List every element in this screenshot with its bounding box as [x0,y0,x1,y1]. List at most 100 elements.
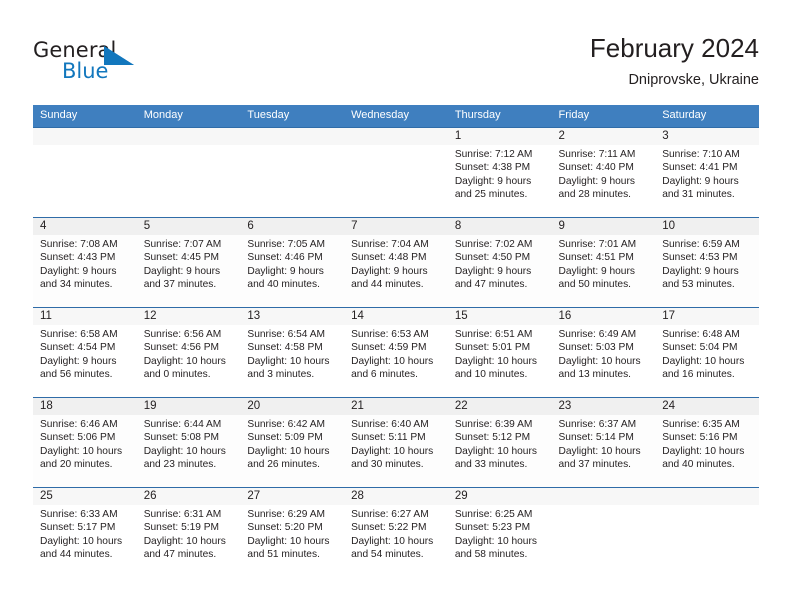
calendar-day-cell[interactable]: 5 Sunrise: 7:07 AM Sunset: 4:45 PM Daylight… [136,217,241,308]
day-detail: Sunrise: 6:44 AM Sunset: 5:08 PM Daylight:… [137,415,241,472]
calendar-day-cell[interactable]: 4 Sunrise: 7:08 AM Sunset: 4:43 PM Daylight… [33,217,137,308]
daylight-duration-line2: and 44 minutes. [40,549,113,561]
daylight-duration-line2: and 37 minutes. [558,459,632,471]
day-detail: Sunrise: 6:53 AM Sunset: 4:59 PM Daylight:… [344,325,448,382]
day-number: 16 [551,308,656,325]
sunrise-time: Sunrise: 6:33 AM [40,509,118,520]
daylight-duration-line2: and 40 minutes. [247,279,320,291]
calendar-day-cell[interactable]: 25 Sunrise: 6:33 AM Sunset: 5:17 PM Dayligh… [33,487,137,577]
weekday-header-tuesday: Tuesday [240,105,345,128]
sunrise-time: Sunrise: 6:25 AM [454,509,533,520]
daylight-duration-line2: and 33 minutes. [454,459,528,471]
sunrise-time: Sunrise: 6:29 AM [247,509,325,520]
day-detail: Sunrise: 6:39 AM Sunset: 5:12 PM Daylight:… [448,415,552,472]
daylight-duration-line1: Daylight: 9 hours [247,265,324,277]
calendar-day-cell[interactable]: 21 Sunrise: 6:40 AM Sunset: 5:11 PM Dayligh… [344,397,448,488]
daylight-duration-line2: and 51 minutes. [247,549,320,561]
sunrise-time: Sunrise: 6:48 AM [662,329,740,340]
sunrise-time: Sunrise: 7:02 AM [454,239,533,250]
sunrise-time: Sunrise: 7:08 AM [40,239,118,250]
sunrise-time: Sunrise: 6:39 AM [454,419,533,430]
daylight-duration-line2: and 23 minutes. [143,459,217,471]
daylight-duration-line1: Daylight: 9 hours [40,265,117,277]
calendar-day-cell[interactable]: 15 Sunrise: 6:51 AM Sunset: 5:01 PM Dayligh… [447,307,552,398]
day-number: 19 [136,398,241,415]
calendar-day-cell[interactable]: 2 Sunrise: 7:11 AM Sunset: 4:40 PM Daylight… [551,127,656,218]
sunrise-time: Sunrise: 6:51 AM [454,329,533,340]
day-detail: Sunrise: 7:04 AM Sunset: 4:48 PM Daylight:… [344,235,448,292]
day-detail: Sunrise: 6:59 AM Sunset: 4:53 PM Daylight:… [655,235,759,292]
calendar-day-cell[interactable]: 28 Sunrise: 6:27 AM Sunset: 5:22 PM Dayligh… [344,487,448,577]
day-detail: Sunrise: 7:11 AM Sunset: 4:40 PM Daylight:… [552,145,656,202]
sunset-time: Sunset: 5:23 PM [454,522,531,534]
sunrise-time: Sunrise: 6:42 AM [247,419,325,430]
day-detail: Sunrise: 7:05 AM Sunset: 4:46 PM Daylight:… [240,235,344,292]
calendar-day-cell[interactable]: 1 Sunrise: 7:12 AM Sunset: 4:38 PM Daylight… [447,127,552,218]
day-detail: Sunrise: 6:27 AM Sunset: 5:22 PM Daylight:… [344,505,448,562]
calendar-day-cell[interactable]: 8 Sunrise: 7:02 AM Sunset: 4:50 PM Daylight… [447,217,552,308]
calendar-day-cell[interactable]: 10 Sunrise: 6:59 AM Sunset: 4:53 PM Dayligh… [655,217,759,308]
calendar-empty-cell [240,127,345,218]
calendar-day-cell[interactable]: 7 Sunrise: 7:04 AM Sunset: 4:48 PM Daylight… [344,217,448,308]
calendar-day-cell[interactable]: 17 Sunrise: 6:48 AM Sunset: 5:04 PM Dayligh… [655,307,759,398]
calendar-day-cell[interactable]: 18 Sunrise: 6:46 AM Sunset: 5:06 PM Dayligh… [33,397,137,488]
daylight-duration-line1: Daylight: 10 hours [558,355,641,367]
sunset-time: Sunset: 5:09 PM [247,432,323,444]
sunset-time: Sunset: 5:08 PM [143,432,220,444]
day-detail: Sunrise: 7:08 AM Sunset: 4:43 PM Daylight:… [33,235,137,292]
daylight-duration-line1: Daylight: 9 hours [558,175,635,187]
calendar-day-cell[interactable]: 16 Sunrise: 6:49 AM Sunset: 5:03 PM Dayligh… [551,307,656,398]
daylight-duration-line1: Daylight: 10 hours [40,535,123,547]
calendar-day-cell[interactable]: 12 Sunrise: 6:56 AM Sunset: 4:56 PM Dayligh… [136,307,241,398]
calendar-day-cell[interactable]: 19 Sunrise: 6:44 AM Sunset: 5:08 PM Dayligh… [136,397,241,488]
day-number: 1 [447,128,552,145]
calendar-day-cell[interactable]: 23 Sunrise: 6:37 AM Sunset: 5:14 PM Dayligh… [551,397,656,488]
daylight-duration-line1: Daylight: 10 hours [454,535,537,547]
day-number: 14 [344,308,448,325]
day-number: 5 [136,218,241,235]
day-detail: Sunrise: 6:56 AM Sunset: 4:56 PM Daylight:… [137,325,241,382]
calendar-day-cell[interactable]: 27 Sunrise: 6:29 AM Sunset: 5:20 PM Dayligh… [240,487,345,577]
calendar-day-cell[interactable]: 26 Sunrise: 6:31 AM Sunset: 5:19 PM Dayligh… [136,487,241,577]
sunrise-time: Sunrise: 6:27 AM [351,509,429,520]
daylight-duration-line1: Daylight: 10 hours [662,355,745,367]
page-header: General Blue February 2024 Dniprovske, U… [33,32,759,100]
calendar-day-cell[interactable]: 29 Sunrise: 6:25 AM Sunset: 5:23 PM Dayligh… [447,487,552,577]
daylight-duration-line2: and 47 minutes. [454,279,528,291]
weekday-header-thursday: Thursday [447,105,552,128]
calendar-day-cell[interactable]: 9 Sunrise: 7:01 AM Sunset: 4:51 PM Daylight… [551,217,656,308]
day-number: 12 [136,308,241,325]
calendar-day-cell[interactable]: 22 Sunrise: 6:39 AM Sunset: 5:12 PM Dayligh… [447,397,552,488]
day-detail: Sunrise: 7:01 AM Sunset: 4:51 PM Daylight:… [552,235,656,292]
calendar-day-cell[interactable]: 3 Sunrise: 7:10 AM Sunset: 4:41 PM Daylight… [655,127,759,218]
calendar-page: General Blue February 2024 Dniprovske, U… [0,0,792,612]
day-detail: Sunrise: 6:35 AM Sunset: 5:16 PM Daylight:… [655,415,759,472]
general-blue-logo[interactable]: General Blue [33,38,253,94]
sunset-time: Sunset: 4:43 PM [40,252,116,264]
daylight-duration-line1: Daylight: 9 hours [662,175,739,187]
day-detail: Sunrise: 7:10 AM Sunset: 4:41 PM Daylight:… [655,145,759,202]
daylight-duration-line1: Daylight: 9 hours [454,175,532,187]
sunset-time: Sunset: 5:17 PM [40,522,116,534]
day-detail: Sunrise: 6:58 AM Sunset: 4:54 PM Daylight:… [33,325,137,382]
weekday-header-monday: Monday [136,105,241,128]
daylight-duration-line1: Daylight: 10 hours [351,355,434,367]
calendar-day-cell[interactable]: 6 Sunrise: 7:05 AM Sunset: 4:46 PM Daylight… [240,217,345,308]
day-detail: Sunrise: 7:12 AM Sunset: 4:38 PM Daylight:… [448,145,552,202]
calendar-day-cell[interactable]: 24 Sunrise: 6:35 AM Sunset: 5:16 PM Dayligh… [655,397,759,488]
calendar-day-cell[interactable]: 11 Sunrise: 6:58 AM Sunset: 4:54 PM Dayligh… [33,307,137,398]
daylight-duration-line1: Daylight: 9 hours [40,355,117,367]
day-number: 28 [344,488,448,505]
sunset-time: Sunset: 5:04 PM [662,342,738,354]
daylight-duration-line1: Daylight: 9 hours [454,265,532,277]
sunset-time: Sunset: 4:59 PM [351,342,427,354]
sunrise-time: Sunrise: 6:46 AM [40,419,118,430]
sunset-time: Sunset: 4:54 PM [40,342,116,354]
sunrise-time: Sunrise: 7:04 AM [351,239,429,250]
day-number: 10 [655,218,759,235]
calendar-day-cell[interactable]: 14 Sunrise: 6:53 AM Sunset: 4:59 PM Dayligh… [344,307,448,398]
day-detail: Sunrise: 6:46 AM Sunset: 5:06 PM Daylight:… [33,415,137,472]
calendar-day-cell[interactable]: 20 Sunrise: 6:42 AM Sunset: 5:09 PM Dayligh… [240,397,345,488]
sunrise-time: Sunrise: 6:37 AM [558,419,637,430]
calendar-day-cell[interactable]: 13 Sunrise: 6:54 AM Sunset: 4:58 PM Dayligh… [240,307,345,398]
